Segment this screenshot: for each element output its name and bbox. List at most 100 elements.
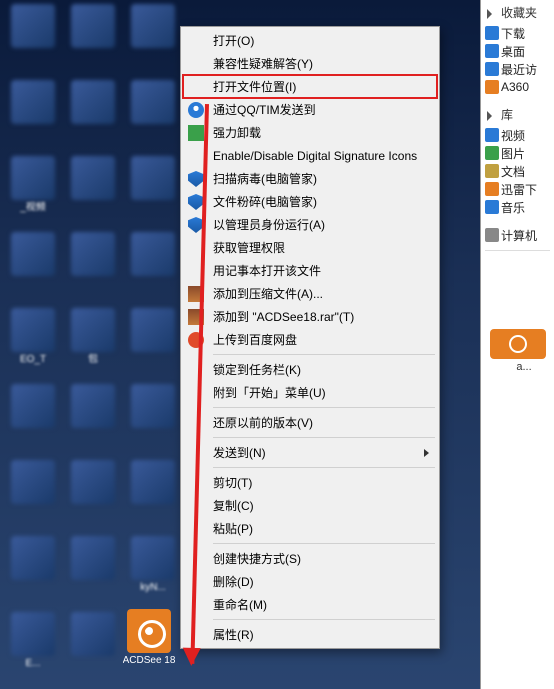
desktop-icon[interactable] <box>64 384 122 458</box>
sidebar-item-label: 视频 <box>501 127 525 144</box>
menu-item[interactable]: 文件粉碎(电脑管家) <box>183 190 437 213</box>
menu-item-label: 复制(C) <box>213 497 254 514</box>
menu-item[interactable]: 删除(D) <box>183 570 437 593</box>
desktop-icon[interactable]: 包 <box>64 308 122 382</box>
menu-item[interactable]: 锁定到任务栏(K) <box>183 358 437 381</box>
desktop-icon[interactable]: EO_T <box>4 308 62 382</box>
menu-item[interactable]: 附到「开始」菜单(U) <box>183 381 437 404</box>
menu-item[interactable]: 属性(R) <box>183 623 437 646</box>
desktop-icon[interactable] <box>64 80 122 154</box>
acdsee-toolbar-label: a... <box>494 361 554 373</box>
menu-item-label: 创建快捷方式(S) <box>213 550 301 567</box>
menu-separator <box>213 437 435 438</box>
desktop-icon[interactable]: _视频 <box>4 156 62 230</box>
desktop-icon[interactable] <box>64 612 122 686</box>
desktop-icon[interactable] <box>64 460 122 534</box>
menu-item[interactable]: 用记事本打开该文件 <box>183 259 437 282</box>
sidebar-item-label: 桌面 <box>501 43 525 60</box>
desktop-icon[interactable] <box>4 232 62 306</box>
desktop-icon[interactable] <box>124 460 182 534</box>
menu-item-label: 删除(D) <box>213 573 254 590</box>
desktop-icon[interactable] <box>124 384 182 458</box>
menu-separator <box>213 543 435 544</box>
menu-item[interactable]: 还原以前的版本(V) <box>183 411 437 434</box>
menu-item[interactable]: 重命名(M) <box>183 593 437 616</box>
desktop-icon[interactable] <box>124 308 182 382</box>
sidebar-item-library[interactable]: 迅雷下 <box>481 180 554 198</box>
desktop-icon[interactable] <box>4 536 62 610</box>
sidebar-item-favorite[interactable]: 桌面 <box>481 42 554 60</box>
desktop-icon[interactable] <box>124 4 182 78</box>
sidebar-item-library[interactable]: 图片 <box>481 144 554 162</box>
menu-item[interactable]: 上传到百度网盘 <box>183 328 437 351</box>
menu-item[interactable]: 复制(C) <box>183 494 437 517</box>
desktop-icon[interactable] <box>64 536 122 610</box>
menu-item[interactable]: 打开(O) <box>183 29 437 52</box>
sidebar-item-computer[interactable]: 计算机 <box>481 226 554 244</box>
folder-icon <box>485 182 499 196</box>
folder-icon <box>485 200 499 214</box>
menu-item-label: 打开文件位置(I) <box>213 78 296 95</box>
menu-item-label: 以管理员身份运行(A) <box>213 216 325 233</box>
desktop-icon[interactable]: kyN... <box>124 536 182 610</box>
sidebar-item-library[interactable]: 视频 <box>481 126 554 144</box>
folder-icon <box>485 128 499 142</box>
desktop-icon[interactable] <box>124 80 182 154</box>
menu-item[interactable]: 添加到 "ACDSee18.rar"(T) <box>183 305 437 328</box>
sidebar-item-favorite[interactable]: A360 <box>481 78 554 96</box>
desktop-icon[interactable] <box>64 232 122 306</box>
menu-item-label: 强力卸载 <box>213 124 261 141</box>
menu-item[interactable]: 粘贴(P) <box>183 517 437 540</box>
desktop-icon[interactable] <box>124 156 182 230</box>
menu-item-label: 还原以前的版本(V) <box>213 414 313 431</box>
desktop-icon-acdsee[interactable]: ACDSee 18 <box>120 609 178 683</box>
menu-separator <box>213 407 435 408</box>
sidebar-item-favorite[interactable]: 最近访 <box>481 60 554 78</box>
explorer-sidebar: 收藏夹 下载桌面最近访A360 库 视频图片文档迅雷下音乐 计算机 a... <box>480 0 554 689</box>
menu-item[interactable]: 创建快捷方式(S) <box>183 547 437 570</box>
desktop-icon[interactable] <box>4 4 62 78</box>
computer-icon <box>485 228 499 242</box>
menu-item-label: 添加到 "ACDSee18.rar"(T) <box>213 308 354 325</box>
menu-item[interactable]: 以管理员身份运行(A) <box>183 213 437 236</box>
menu-item[interactable]: Enable/Disable Digital Signature Icons <box>183 144 437 167</box>
menu-item-label: 重命名(M) <box>213 596 267 613</box>
sidebar-header-favorites[interactable]: 收藏夹 <box>481 4 554 22</box>
desktop-icon[interactable] <box>64 4 122 78</box>
chevron-right-icon <box>487 9 492 19</box>
sidebar-header-libraries[interactable]: 库 <box>481 106 554 124</box>
green-icon <box>187 124 205 142</box>
menu-separator <box>213 354 435 355</box>
desktop-icon-label: EO_T <box>20 354 46 365</box>
folder-icon <box>485 26 499 40</box>
menu-item[interactable]: 通过QQ/TIM发送到 <box>183 98 437 121</box>
sidebar-item-favorite[interactable]: 下载 <box>481 24 554 42</box>
menu-item[interactable]: 扫描病毒(电脑管家) <box>183 167 437 190</box>
menu-item[interactable]: 获取管理权限 <box>183 236 437 259</box>
sidebar-item-library[interactable]: 文档 <box>481 162 554 180</box>
desktop-icon[interactable] <box>4 384 62 458</box>
desktop-icon[interactable]: E... <box>4 612 62 686</box>
menu-item[interactable]: 兼容性疑难解答(Y) <box>183 52 437 75</box>
desktop-icon[interactable] <box>4 460 62 534</box>
sidebar-item-library[interactable]: 音乐 <box>481 198 554 216</box>
sidebar-item-label: 文档 <box>501 163 525 180</box>
menu-item[interactable]: 强力卸载 <box>183 121 437 144</box>
menu-item[interactable]: 剪切(T) <box>183 471 437 494</box>
menu-item[interactable]: 发送到(N) <box>183 441 437 464</box>
desktop-icon[interactable] <box>124 232 182 306</box>
context-menu[interactable]: 打开(O) 兼容性疑难解答(Y) 打开文件位置(I) 通过QQ/TIM发送到强力卸载 E… <box>180 26 440 649</box>
acdsee-toolbar-icon[interactable] <box>490 329 546 359</box>
sidebar-item-label: 音乐 <box>501 199 525 216</box>
menu-item[interactable]: 添加到压缩文件(A)... <box>183 282 437 305</box>
sidebar-item-label: 图片 <box>501 145 525 162</box>
menu-item-label: 文件粉碎(电脑管家) <box>213 193 317 210</box>
menu-item-label: 粘贴(P) <box>213 520 253 537</box>
desktop-icon[interactable] <box>4 80 62 154</box>
menu-item[interactable]: 打开文件位置(I) <box>183 75 437 98</box>
menu-item-label: 兼容性疑难解答(Y) <box>213 55 313 72</box>
folder-icon <box>485 62 499 76</box>
menu-item-label: 打开(O) <box>213 32 254 49</box>
desktop-icon[interactable] <box>64 156 122 230</box>
menu-item-label: 剪切(T) <box>213 474 252 491</box>
